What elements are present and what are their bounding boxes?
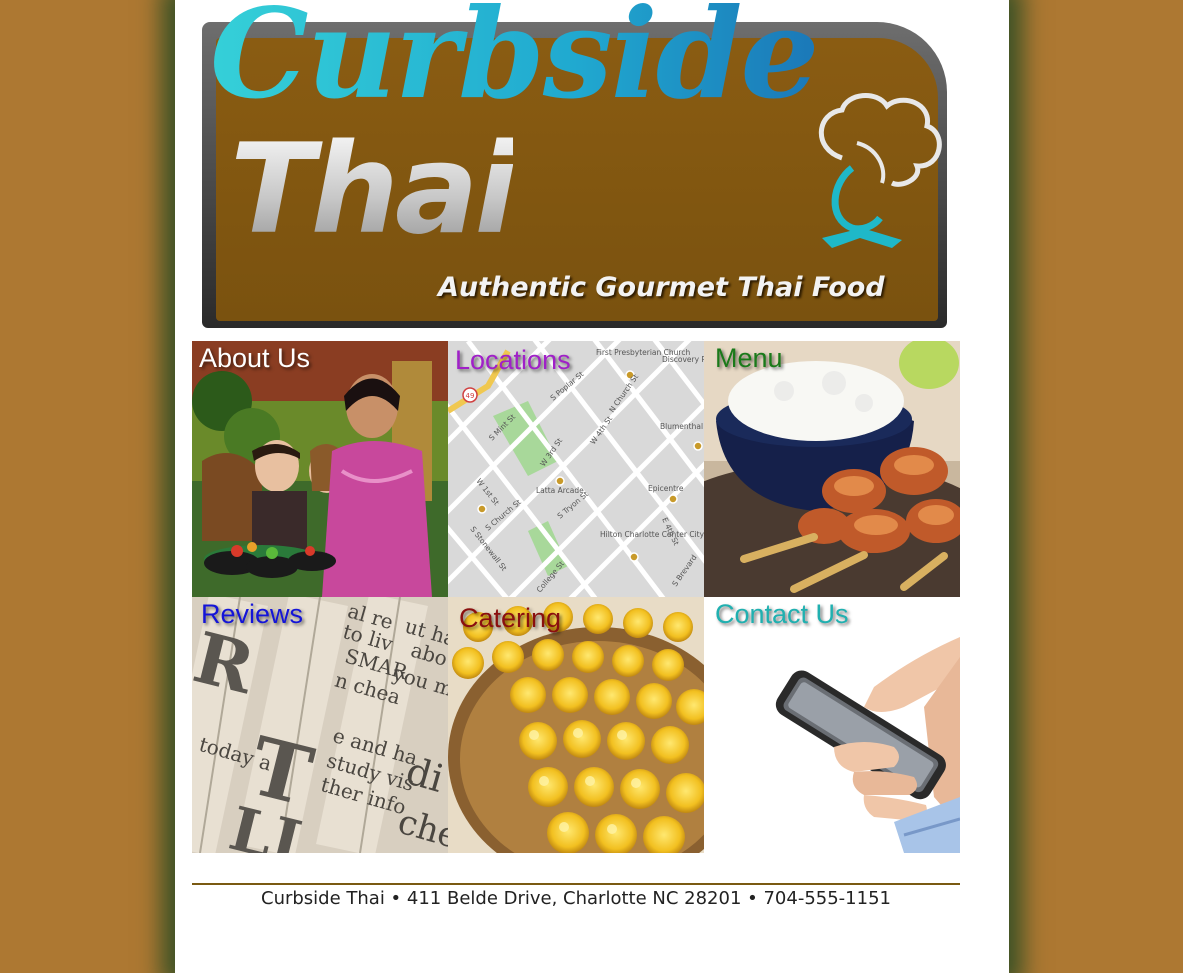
page-container: Curbside Thai Authentic Gourmet Thai Foo… (175, 0, 1009, 973)
chef-hat-icon (818, 92, 942, 248)
locations-map-image: 49 First Presbyterian Church Discovery P… (448, 341, 704, 597)
tile-reviews[interactable]: R T LI al re to liv SMAR n chea ut ha ab… (192, 597, 448, 853)
contact-us-phone-photo (704, 597, 960, 853)
tile-locations-label: Locations (455, 345, 571, 375)
menu-food-photo (704, 341, 960, 597)
map-label-discovery: Discovery Pl (662, 355, 704, 364)
footer-address: Curbside Thai • 411 Belde Drive, Charlot… (261, 888, 891, 909)
reviews-newspaper-photo: R T LI al re to liv SMAR n chea ut ha ab… (192, 597, 448, 853)
about-us-photo (192, 341, 448, 597)
route-shield-label: 49 (466, 392, 475, 400)
map-label-blumenthal: Blumenthal Performing (660, 422, 704, 431)
catering-dessert-photo (448, 597, 704, 853)
tile-locations[interactable]: 49 First Presbyterian Church Discovery P… (448, 341, 704, 597)
tile-contact-us[interactable]: Contact Us (704, 597, 960, 853)
nav-tile-grid: About Us 49 First Presbyterian Church Di… (192, 341, 960, 853)
tile-menu[interactable]: Menu (704, 341, 960, 597)
tile-about-us-label: About Us (199, 343, 311, 373)
tile-menu-label: Menu (715, 343, 783, 373)
map-label-hilton: Hilton Charlotte Center City (600, 530, 704, 539)
map-label-latta: Latta Arcade (536, 486, 584, 495)
tile-catering[interactable]: Catering (448, 597, 704, 853)
logo-tagline: Authentic Gourmet Thai Food (438, 272, 885, 303)
tile-catering-label: Catering (459, 603, 562, 633)
footer-divider (192, 883, 960, 885)
tile-about-us[interactable]: About Us (192, 341, 448, 597)
logo-thai-wordmark: Thai (230, 118, 517, 262)
map-label-epicentre: Epicentre (648, 484, 684, 493)
logo-script-wordmark: Curbside (210, 0, 819, 127)
tile-reviews-label: Reviews (201, 599, 304, 629)
site-logo-banner[interactable]: Curbside Thai Authentic Gourmet Thai Foo… (192, 0, 960, 332)
tile-contact-us-label: Contact Us (715, 599, 849, 629)
